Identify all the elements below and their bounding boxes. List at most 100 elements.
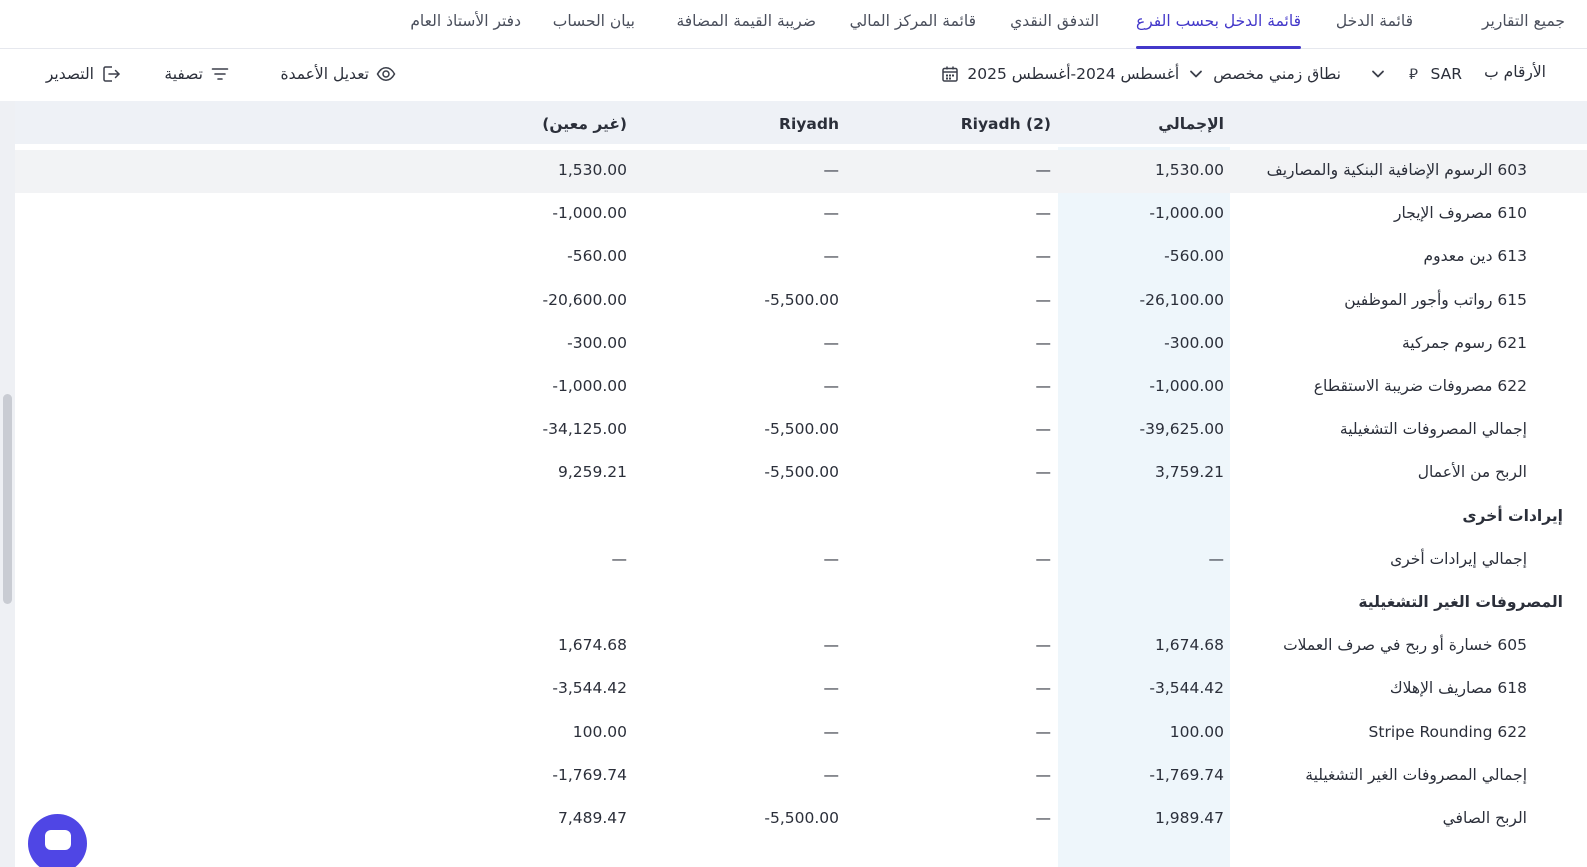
- filter-button[interactable]: تصفية: [164, 63, 231, 85]
- value-total: -39,625.00: [1139, 420, 1224, 439]
- riyal-sign-icon: ⃁: [1409, 64, 1418, 83]
- section-row: المصروفات الغير التشغيلية: [15, 582, 1587, 625]
- vertical-scrollbar[interactable]: [0, 101, 15, 867]
- table-row[interactable]: 615 رواتب وأجور الموظفين -26,100.00 — -5,50…: [15, 280, 1587, 323]
- tab-all-reports[interactable]: جميع التقارير: [1482, 12, 1565, 49]
- value-unassigned: -3,544.42: [552, 679, 627, 698]
- currency-value: SAR: [1430, 65, 1463, 83]
- value-unassigned: -560.00: [567, 247, 627, 266]
- value-unassigned: 1,530.00: [557, 161, 627, 179]
- value-total: 3,759.21: [1154, 463, 1224, 482]
- chevron-down-icon: [1367, 63, 1389, 85]
- calendar-icon: [939, 63, 961, 85]
- section-title: إيرادات أخرى: [1462, 506, 1563, 525]
- tab-general-ledger[interactable]: دفتر الأستاذ العام: [410, 12, 521, 49]
- income-by-branch-table: الإجمالي Riyadh (2) Riyadh (غير معين) 60…: [15, 101, 1587, 867]
- table-row[interactable]: إجمالي المصروفات الغير التشغيلية -1,769.7…: [15, 755, 1587, 798]
- value-total: —: [1208, 549, 1225, 568]
- value-riyadh-2: —: [1035, 549, 1052, 568]
- tab-vat[interactable]: ضريبة القيمة المضافة: [676, 12, 816, 49]
- value-unassigned: -1,769.74: [552, 765, 627, 784]
- table-row[interactable]: 621 رسوم جمركية -300.00 — — -300.00: [15, 323, 1587, 366]
- value-unassigned: 1,674.68: [557, 636, 627, 655]
- value-riyadh-2: —: [1035, 333, 1052, 352]
- value-total: -26,100.00: [1139, 290, 1224, 309]
- value-riyadh-2: —: [1035, 377, 1052, 395]
- table-header: الإجمالي Riyadh (2) Riyadh (غير معين): [15, 101, 1587, 147]
- value-unassigned: —: [611, 549, 628, 568]
- account-name: إجمالي المصروفات التشغيلية: [1339, 420, 1527, 439]
- value-unassigned: -34,125.00: [542, 420, 627, 439]
- tab-income-by-branch[interactable]: قائمة الدخل بحسب الفرع: [1135, 12, 1302, 49]
- table-row[interactable]: 605 خسارة أو ربح في صرف العملات 1,674.68 —…: [15, 625, 1587, 668]
- value-riyadh: —: [823, 549, 840, 568]
- scrollbar-thumb[interactable]: [3, 394, 12, 604]
- filter-icon: [209, 63, 231, 85]
- table-row[interactable]: إجمالي إيرادات أخرى — — — —: [15, 539, 1587, 582]
- value-riyadh-2: —: [1035, 204, 1052, 223]
- value-unassigned: -300.00: [567, 333, 627, 352]
- edit-columns-label: تعديل الأعمدة: [280, 65, 369, 83]
- account-name: الربح الصافي: [1442, 809, 1527, 827]
- chevron-down-icon: [1185, 63, 1207, 85]
- table-row[interactable]: الربح الصافي 1,989.47 — -5,500.00 7,489.47: [15, 798, 1587, 841]
- account-name: 605 خسارة أو ربح في صرف العملات: [1283, 636, 1527, 655]
- value-unassigned: -1,000.00: [552, 377, 627, 395]
- chat-icon: [45, 830, 71, 850]
- table-row[interactable]: 610 مصروف الإيجار -1,000.00 — — -1,000.00: [15, 193, 1587, 236]
- account-name: 621 رسوم جمركية: [1402, 333, 1527, 352]
- value-riyadh-2: —: [1035, 765, 1052, 784]
- currency-select[interactable]: SAR ⃁: [1367, 63, 1463, 85]
- table-row[interactable]: 618 مصاريف الإهلاك -3,544.42 — — -3,544.42: [15, 668, 1587, 711]
- account-name: إجمالي المصروفات الغير التشغيلية: [1305, 765, 1527, 784]
- tab-account-statement[interactable]: بيان الحساب: [553, 12, 635, 49]
- eye-icon: [375, 63, 397, 85]
- table-row[interactable]: 622 Stripe Rounding 100.00 — — 100.00: [15, 712, 1587, 755]
- export-label: التصدير: [45, 65, 94, 83]
- table-row[interactable]: 603 الرسوم الإضافية البنكية والمصاريف 1,5…: [15, 150, 1587, 193]
- value-unassigned: -1,000.00: [552, 204, 627, 223]
- tab-income-statement[interactable]: قائمة الدخل: [1336, 12, 1413, 49]
- value-riyadh: -5,500.00: [764, 420, 839, 439]
- value-riyadh: -5,500.00: [764, 809, 839, 827]
- value-total: 1,674.68: [1154, 636, 1224, 655]
- account-name: 610 مصروف الإيجار: [1394, 204, 1527, 223]
- value-unassigned: 7,489.47: [557, 809, 627, 827]
- value-riyadh: -5,500.00: [764, 290, 839, 309]
- value-riyadh: —: [823, 333, 840, 352]
- value-total: -1,000.00: [1149, 377, 1224, 395]
- value-total: -3,544.42: [1149, 679, 1224, 698]
- table-row[interactable]: 622 مصروفات ضريبة الاستقطاع -1,000.00 — — -1…: [15, 366, 1587, 409]
- table-row[interactable]: إجمالي المصروفات التشغيلية -39,625.00 — -5,…: [15, 409, 1587, 452]
- value-riyadh: —: [823, 377, 840, 395]
- filter-label: تصفية: [164, 65, 203, 83]
- value-total: 1,530.00: [1154, 161, 1224, 179]
- account-name: 603 الرسوم الإضافية البنكية والمصاريف: [1266, 161, 1527, 179]
- value-riyadh: —: [823, 636, 840, 655]
- date-range-select[interactable]: نطاق زمني مخصص أغسطس 2024-أغسطس 2025: [939, 63, 1341, 85]
- value-riyadh-2: —: [1035, 463, 1052, 482]
- value-total: -300.00: [1164, 333, 1224, 352]
- chat-button[interactable]: [28, 814, 87, 867]
- value-total: 1,989.47: [1154, 809, 1224, 827]
- value-unassigned: -20,600.00: [542, 290, 627, 309]
- value-riyadh: —: [823, 722, 840, 741]
- edit-columns-button[interactable]: تعديل الأعمدة: [280, 63, 397, 85]
- value-riyadh-2: —: [1035, 722, 1052, 741]
- value-riyadh: —: [823, 204, 840, 223]
- value-riyadh-2: —: [1035, 679, 1052, 698]
- value-riyadh: —: [823, 247, 840, 266]
- value-riyadh-2: —: [1035, 247, 1052, 266]
- tab-cash-flow[interactable]: التدفق النقدي: [1010, 12, 1099, 49]
- account-name: 615 رواتب وأجور الموظفين: [1344, 290, 1527, 309]
- range-type: نطاق زمني مخصص: [1213, 65, 1341, 83]
- export-button[interactable]: التصدير: [46, 63, 122, 85]
- value-riyadh-2: —: [1035, 290, 1052, 309]
- account-name: 622 Stripe Rounding: [1368, 722, 1527, 741]
- value-riyadh: —: [823, 765, 840, 784]
- value-riyadh-2: —: [1035, 809, 1052, 827]
- header-total: الإجمالي: [1158, 115, 1224, 133]
- table-row[interactable]: الربح من الأعمال 3,759.21 — -5,500.00 9,259.…: [15, 452, 1587, 495]
- table-row[interactable]: 613 دين معدوم -560.00 — — -560.00: [15, 236, 1587, 279]
- tab-balance-sheet[interactable]: قائمة المركز المالي: [850, 12, 976, 49]
